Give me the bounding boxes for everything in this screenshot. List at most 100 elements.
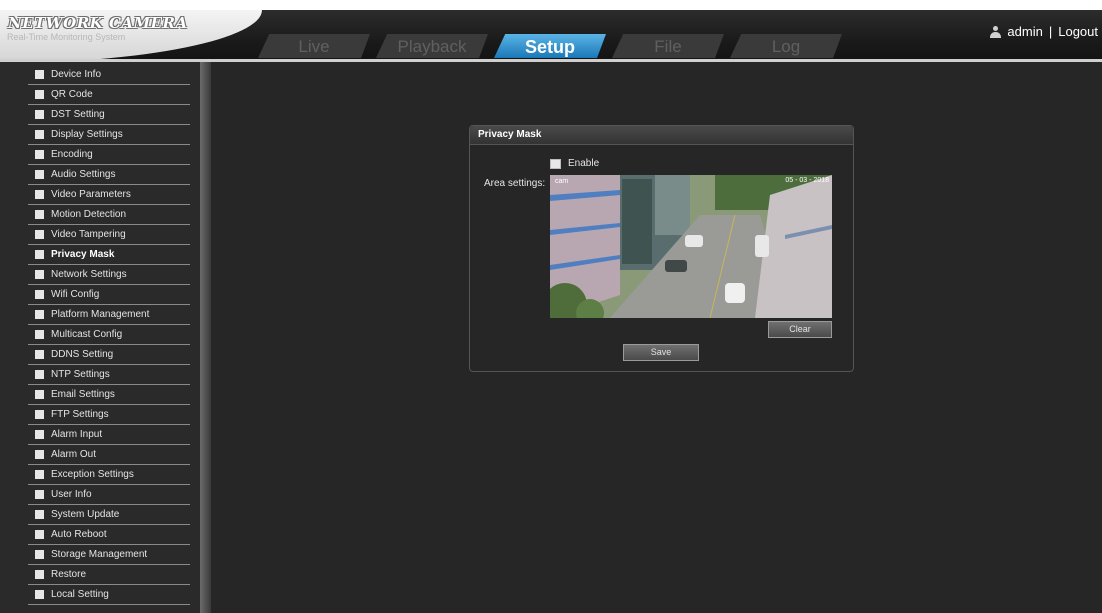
menu-bullet-icon — [35, 470, 44, 479]
main-content: Privacy Mask Enable Area settings: cam 0… — [211, 62, 1102, 613]
menu-bullet-icon — [35, 430, 44, 439]
sidebar-item-label: DST Setting — [51, 109, 105, 120]
enable-label: Enable — [568, 158, 600, 169]
osd-left-text: cam — [555, 178, 569, 185]
menu-bullet-icon — [35, 350, 44, 359]
sidebar-item[interactable]: Motion Detection — [28, 205, 190, 225]
sidebar-item-label: QR Code — [51, 89, 93, 100]
sidebar-item[interactable]: Email Settings — [28, 385, 190, 405]
sidebar-item-label: Display Settings — [51, 129, 123, 140]
sidebar-item[interactable]: QR Code — [28, 85, 190, 105]
sidebar-item[interactable]: Auto Reboot — [28, 525, 190, 545]
sidebar-item-label: Email Settings — [51, 389, 115, 400]
enable-checkbox[interactable] — [550, 158, 561, 169]
camera-view-image — [550, 175, 832, 318]
menu-bullet-icon — [35, 170, 44, 179]
sidebar-item[interactable]: Alarm Input — [28, 425, 190, 445]
sidebar-item-label: System Update — [51, 509, 120, 520]
menu-bullet-icon — [35, 490, 44, 499]
sidebar-item-label: Local Setting — [51, 589, 109, 600]
user-icon — [990, 25, 1002, 38]
logo-area: NETWORK CAMERA Real-Time Monitoring Syst… — [0, 10, 262, 63]
menu-bullet-icon — [35, 390, 44, 399]
sidebar-item[interactable]: Alarm Out — [28, 445, 190, 465]
sidebar-item[interactable]: Audio Settings — [28, 165, 190, 185]
menu-bullet-icon — [35, 110, 44, 119]
menu-bullet-icon — [35, 290, 44, 299]
sidebar-item[interactable]: Storage Management — [28, 545, 190, 565]
sidebar-item[interactable]: Privacy Mask — [28, 245, 190, 265]
menu-bullet-icon — [35, 590, 44, 599]
sidebar-item[interactable]: Wifi Config — [28, 285, 190, 305]
tab-playback[interactable]: Playback — [376, 34, 488, 58]
tab-setup[interactable]: Setup — [494, 34, 606, 58]
menu-bullet-icon — [35, 230, 44, 239]
sidebar-item[interactable]: System Update — [28, 505, 190, 525]
sidebar-item-label: Exception Settings — [51, 469, 134, 480]
sidebar-item-label: Alarm Input — [51, 429, 103, 440]
osd-date-text: 05 - 03 - 2018 — [785, 177, 829, 184]
sidebar-item[interactable]: Local Setting — [28, 585, 190, 605]
menu-bullet-icon — [35, 530, 44, 539]
sidebar-item[interactable]: Platform Management — [28, 305, 190, 325]
sidebar-item-label: Restore — [51, 569, 87, 580]
menu-bullet-icon — [35, 150, 44, 159]
menu-bullet-icon — [35, 70, 44, 79]
logout-link[interactable]: Logout — [1058, 24, 1098, 39]
video-preview[interactable]: cam 05 - 03 - 2018 — [550, 175, 832, 318]
sidebar: Device Info QR Code DST Setting Display Set… — [0, 62, 211, 613]
menu-bullet-icon — [35, 510, 44, 519]
sidebar-item-label: Encoding — [51, 149, 93, 160]
sidebar-item[interactable]: Video Tampering — [28, 225, 190, 245]
sidebar-item[interactable]: Multicast Config — [28, 325, 190, 345]
menu-bullet-icon — [35, 410, 44, 419]
sidebar-item[interactable]: DDNS Setting — [28, 345, 190, 365]
sidebar-item-label: Audio Settings — [51, 169, 116, 180]
username: admin — [1007, 24, 1043, 39]
sidebar-item[interactable]: Exception Settings — [28, 465, 190, 485]
top-header: NETWORK CAMERA Real-Time Monitoring Syst… — [0, 10, 1102, 63]
menu-bullet-icon — [35, 90, 44, 99]
separator: | — [1048, 24, 1053, 39]
menu-bullet-icon — [35, 570, 44, 579]
sidebar-item[interactable]: Display Settings — [28, 125, 190, 145]
sidebar-scrollbar[interactable] — [200, 62, 211, 613]
brand-tagline: Real-Time Monitoring System — [7, 32, 126, 42]
sidebar-item-label: Device Info — [51, 69, 102, 80]
sidebar-item[interactable]: Network Settings — [28, 265, 190, 285]
sidebar-item[interactable]: Encoding — [28, 145, 190, 165]
sidebar-item[interactable]: Restore — [28, 565, 190, 585]
tab-live[interactable]: Live — [258, 34, 370, 58]
sidebar-item-label: Network Settings — [51, 269, 127, 280]
setup-menu: Device Info QR Code DST Setting Display Set… — [28, 65, 190, 605]
sidebar-item-label: User Info — [51, 489, 92, 500]
save-button[interactable]: Save — [623, 344, 699, 361]
user-area: admin | Logout — [990, 24, 1098, 39]
sidebar-item-label: Privacy Mask — [51, 249, 115, 260]
menu-bullet-icon — [35, 130, 44, 139]
clear-button[interactable]: Clear — [768, 321, 832, 338]
menu-bullet-icon — [35, 270, 44, 279]
sidebar-item-label: Motion Detection — [51, 209, 127, 220]
sidebar-item[interactable]: DST Setting — [28, 105, 190, 125]
enable-row: Enable — [550, 158, 599, 169]
privacy-mask-panel: Privacy Mask Enable Area settings: cam 0… — [469, 125, 854, 372]
sidebar-item[interactable]: User Info — [28, 485, 190, 505]
sidebar-item-label: Video Tampering — [51, 229, 126, 240]
sidebar-item-label: Wifi Config — [51, 289, 100, 300]
brand-logo: NETWORK CAMERA — [8, 14, 188, 32]
sidebar-item-label: Storage Management — [51, 549, 148, 560]
sidebar-item[interactable]: FTP Settings — [28, 405, 190, 425]
tab-file[interactable]: File — [612, 34, 724, 58]
tab-log[interactable]: Log — [730, 34, 842, 58]
sidebar-item[interactable]: Device Info — [28, 65, 190, 85]
menu-bullet-icon — [35, 330, 44, 339]
menu-bullet-icon — [35, 250, 44, 259]
panel-title: Privacy Mask — [470, 126, 853, 145]
sidebar-item[interactable]: Video Parameters — [28, 185, 190, 205]
sidebar-item-label: FTP Settings — [51, 409, 109, 420]
sidebar-item-label: DDNS Setting — [51, 349, 114, 360]
menu-bullet-icon — [35, 210, 44, 219]
sidebar-item-label: NTP Settings — [51, 369, 110, 380]
sidebar-item[interactable]: NTP Settings — [28, 365, 190, 385]
